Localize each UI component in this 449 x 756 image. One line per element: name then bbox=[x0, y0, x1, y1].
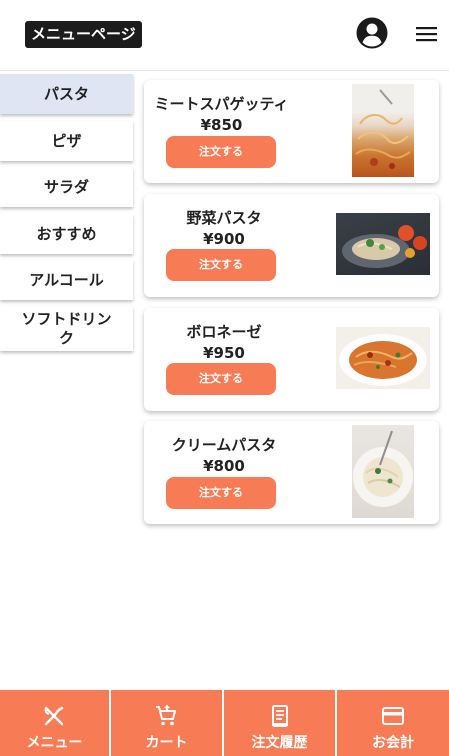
nav-order-history[interactable]: 注文履歴 bbox=[224, 690, 335, 756]
nav-label: 注文履歴 bbox=[251, 735, 308, 751]
item-price: ¥800 bbox=[203, 457, 245, 475]
nav-cart[interactable]: カート bbox=[111, 690, 222, 756]
receipt-icon bbox=[272, 705, 288, 727]
order-button[interactable]: 注文する bbox=[166, 363, 276, 395]
order-button[interactable]: 注文する bbox=[166, 136, 276, 168]
header-divider bbox=[0, 70, 449, 71]
category-label: アルコール bbox=[29, 270, 104, 289]
bolognese-photo bbox=[336, 327, 430, 389]
category-label: おすすめ bbox=[36, 224, 97, 243]
hamburger-menu-icon[interactable] bbox=[416, 26, 437, 42]
cart-add-icon bbox=[156, 705, 176, 726]
item-name: クリームパスタ bbox=[171, 436, 277, 454]
category-pizza[interactable]: ピザ bbox=[0, 121, 133, 161]
category-recommended[interactable]: おすすめ bbox=[0, 214, 133, 254]
category-soft-drink[interactable]: ソフトドリンク bbox=[0, 306, 133, 351]
category-label: ピザ bbox=[51, 131, 82, 150]
item-price: ¥950 bbox=[203, 344, 245, 362]
account-circle-icon[interactable] bbox=[356, 17, 388, 49]
meat-spaghetti-photo bbox=[352, 84, 414, 177]
item-name: ミートスパゲッティ bbox=[154, 95, 289, 113]
order-button[interactable]: 注文する bbox=[166, 249, 276, 281]
item-name: 野菜パスタ bbox=[186, 209, 262, 227]
page-title: メニューページ bbox=[25, 21, 142, 48]
menu-card: ミートスパゲッティ ¥850 注文する bbox=[144, 80, 439, 183]
category-salad[interactable]: サラダ bbox=[0, 167, 133, 207]
bottom-navigation: メニュー カート 注文履歴 お会計 bbox=[0, 690, 449, 756]
vegetable-pasta-photo bbox=[336, 213, 430, 275]
category-label: サラダ bbox=[43, 177, 89, 196]
fork-knife-icon bbox=[44, 706, 64, 726]
nav-checkout[interactable]: お会計 bbox=[337, 690, 449, 756]
category-alcohol[interactable]: アルコール bbox=[0, 260, 133, 300]
menu-card: クリームパスタ ¥800 注文する bbox=[144, 421, 439, 524]
nav-label: お会計 bbox=[372, 735, 414, 751]
category-label: パスタ bbox=[43, 84, 89, 103]
menu-card: ボロネーゼ ¥950 注文する bbox=[144, 308, 439, 411]
item-name: ボロネーゼ bbox=[186, 323, 262, 341]
item-price: ¥900 bbox=[203, 230, 245, 248]
nav-menu[interactable]: メニュー bbox=[0, 690, 109, 756]
category-label: ソフトドリンク bbox=[21, 309, 112, 347]
item-price: ¥850 bbox=[200, 116, 243, 134]
order-button[interactable]: 注文する bbox=[166, 477, 276, 509]
app-header: メニューページ bbox=[0, 0, 449, 70]
nav-label: メニュー bbox=[26, 735, 83, 751]
category-pasta[interactable]: パスタ bbox=[0, 74, 133, 114]
credit-card-icon bbox=[382, 707, 404, 725]
cream-pasta-photo bbox=[352, 425, 414, 518]
nav-label: カート bbox=[145, 735, 188, 751]
menu-card: 野菜パスタ ¥900 注文する bbox=[144, 194, 439, 297]
